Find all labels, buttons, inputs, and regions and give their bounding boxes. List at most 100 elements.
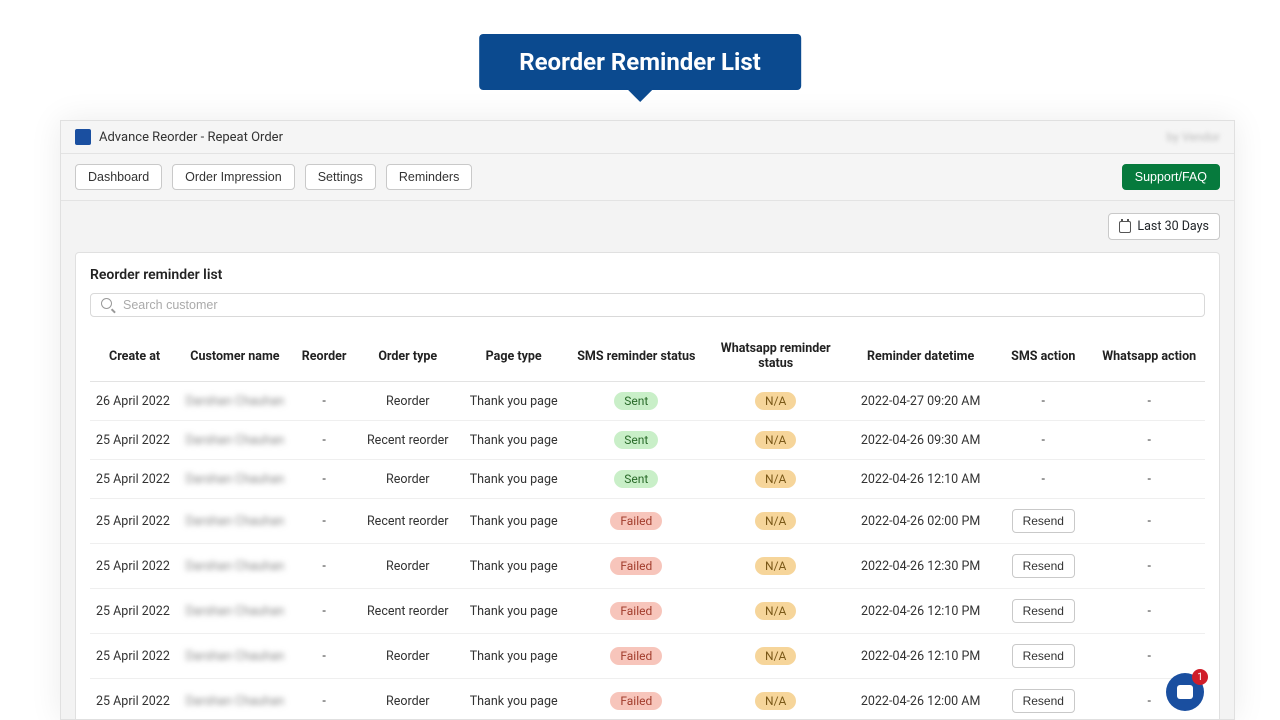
cell-sms-status: Sent: [569, 460, 703, 499]
app-logo-icon: [75, 129, 91, 145]
support-faq-button[interactable]: Support/FAQ: [1122, 164, 1220, 190]
callout-banner: Reorder Reminder List: [479, 34, 801, 90]
nav-order-impression-button[interactable]: Order Impression: [172, 164, 295, 190]
table-row: 25 April 2022Darshan Chauhan-ReorderThan…: [90, 634, 1205, 679]
cell-datetime: 2022-04-26 12:10 AM: [848, 460, 993, 499]
nav-settings-button[interactable]: Settings: [305, 164, 376, 190]
cell-reorder: -: [291, 544, 358, 589]
cell-order-type: Recent reorder: [358, 499, 458, 544]
toolbar: Dashboard Order Impression Settings Remi…: [61, 154, 1234, 201]
table-row: 25 April 2022Darshan Chauhan-Recent reor…: [90, 589, 1205, 634]
cell-order-type: Recent reorder: [358, 421, 458, 460]
resend-sms-button[interactable]: Resend: [1012, 689, 1075, 713]
wa-status-badge: N/A: [755, 431, 796, 449]
customer-name: Darshan Chauhan: [186, 604, 285, 619]
cell-customer: Darshan Chauhan: [179, 589, 291, 634]
cell-page-type: Thank you page: [458, 421, 570, 460]
cell-order-type: Reorder: [358, 382, 458, 421]
cell-page-type: Thank you page: [458, 382, 570, 421]
cell-customer: Darshan Chauhan: [179, 460, 291, 499]
cell-reorder: -: [291, 634, 358, 679]
cell-reorder: -: [291, 421, 358, 460]
cell-customer: Darshan Chauhan: [179, 499, 291, 544]
cell-wa-status: N/A: [703, 460, 848, 499]
cell-wa-action: -: [1093, 460, 1205, 499]
cell-page-type: Thank you page: [458, 589, 570, 634]
wa-status-badge: N/A: [755, 647, 796, 665]
cell-sms-action: Resend: [993, 544, 1093, 589]
sms-status-badge: Failed: [610, 602, 662, 620]
customer-name: Darshan Chauhan: [186, 559, 285, 574]
cell-page-type: Thank you page: [458, 499, 570, 544]
cell-create-at: 25 April 2022: [90, 679, 179, 720]
cell-sms-action: -: [993, 421, 1093, 460]
cell-wa-action: -: [1093, 421, 1205, 460]
cell-create-at: 26 April 2022: [90, 382, 179, 421]
wa-status-badge: N/A: [755, 557, 796, 575]
customer-name: Darshan Chauhan: [186, 472, 285, 487]
col-wa-action: Whatsapp action: [1093, 331, 1205, 382]
cell-datetime: 2022-04-26 12:10 PM: [848, 589, 993, 634]
cell-customer: Darshan Chauhan: [179, 544, 291, 589]
cell-sms-action: Resend: [993, 634, 1093, 679]
date-range-filter[interactable]: Last 30 Days: [1108, 213, 1220, 240]
table-row: 26 April 2022 Darshan Chauhan-ReorderThan…: [90, 382, 1205, 421]
col-wa-status: Whatsapp reminder status: [703, 331, 848, 382]
customer-name: Darshan Chauhan: [186, 394, 285, 409]
cell-create-at: 25 April 2022: [90, 421, 179, 460]
cell-reorder: -: [291, 460, 358, 499]
cell-page-type: Thank you page: [458, 679, 570, 720]
resend-sms-button[interactable]: Resend: [1012, 509, 1075, 533]
nav-dashboard-button[interactable]: Dashboard: [75, 164, 162, 190]
app-title: Advance Reorder - Repeat Order: [99, 130, 283, 145]
cell-sms-action: Resend: [993, 679, 1093, 720]
cell-datetime: 2022-04-26 12:30 PM: [848, 544, 993, 589]
cell-order-type: Reorder: [358, 460, 458, 499]
cell-sms-status: Sent: [569, 382, 703, 421]
cell-sms-action: Resend: [993, 499, 1093, 544]
wa-status-badge: N/A: [755, 602, 796, 620]
cell-sms-status: Failed: [569, 544, 703, 589]
resend-sms-button[interactable]: Resend: [1012, 554, 1075, 578]
col-sms-status: SMS reminder status: [569, 331, 703, 382]
wa-status-badge: N/A: [755, 392, 796, 410]
cell-wa-status: N/A: [703, 421, 848, 460]
wa-status-badge: N/A: [755, 470, 796, 488]
customer-name: Darshan Chauhan: [186, 433, 285, 448]
sms-status-badge: Failed: [610, 647, 662, 665]
customer-name: Darshan Chauhan: [186, 514, 285, 529]
nav-reminders-button[interactable]: Reminders: [386, 164, 472, 190]
cell-order-type: Reorder: [358, 544, 458, 589]
cell-reorder: -: [291, 382, 358, 421]
cell-create-at: 25 April 2022: [90, 589, 179, 634]
cell-create-at: 25 April 2022: [90, 499, 179, 544]
cell-create-at: 25 April 2022: [90, 634, 179, 679]
cell-datetime: 2022-04-27 09:20 AM: [848, 382, 993, 421]
cell-order-type: Reorder: [358, 634, 458, 679]
cell-order-type: Recent reorder: [358, 589, 458, 634]
search-icon: [101, 298, 115, 312]
col-order-type: Order type: [358, 331, 458, 382]
resend-sms-button[interactable]: Resend: [1012, 644, 1075, 668]
customer-name: Darshan Chauhan: [186, 694, 285, 709]
chat-widget[interactable]: 1: [1166, 673, 1204, 711]
table-row: 25 April 2022Darshan Chauhan-Recent reor…: [90, 499, 1205, 544]
cell-sms-status: Failed: [569, 589, 703, 634]
chat-badge: 1: [1192, 669, 1208, 685]
resend-sms-button[interactable]: Resend: [1012, 599, 1075, 623]
search-wrap: [90, 293, 1205, 317]
date-range-label: Last 30 Days: [1137, 219, 1209, 234]
cell-reorder: -: [291, 679, 358, 720]
col-sms-action: SMS action: [993, 331, 1093, 382]
reminder-table: Create at Customer name Reorder Order ty…: [90, 331, 1205, 720]
sms-status-badge: Failed: [610, 557, 662, 575]
cell-datetime: 2022-04-26 12:10 PM: [848, 634, 993, 679]
table-row: 25 April 2022Darshan Chauhan-ReorderThan…: [90, 544, 1205, 589]
cell-customer: Darshan Chauhan: [179, 421, 291, 460]
app-window: Advance Reorder - Repeat Order by Vendor…: [60, 120, 1235, 720]
content-area: Last 30 Days Reorder reminder list Creat…: [61, 201, 1234, 720]
sms-status-badge: Sent: [614, 431, 658, 449]
calendar-icon: [1119, 221, 1131, 233]
cell-page-type: Thank you page: [458, 460, 570, 499]
search-input[interactable]: [123, 298, 1194, 312]
